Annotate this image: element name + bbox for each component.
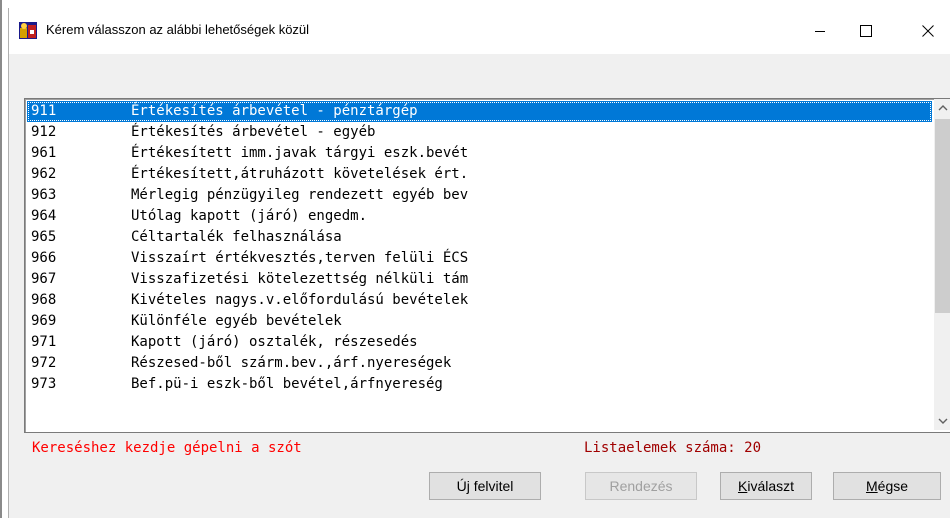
list-item-code: 964 [31,208,57,224]
list-item[interactable]: 965 Céltartalék felhasználása [27,227,932,248]
list-item-code: 962 [31,166,57,182]
list-item-label: Visszafizetési kötelezettség nélküli tám [131,271,469,287]
chevron-up-icon [938,105,948,111]
list-item[interactable]: 962 Értékesített,átruházott követelések é… [27,164,932,185]
list-item-label: Értékesített imm.javak tárgyi eszk.bevét [131,145,469,161]
list-item[interactable]: 912 Értékesítés árbevétel - egyéb [27,122,932,143]
list-item-code: 972 [31,355,57,371]
list-item-label: Értékesített,átruházott követelések ért. [131,166,469,182]
list-item[interactable]: 911 Értékesítés árbevétel - pénztárgép [27,101,932,122]
scroll-up-button[interactable] [934,99,950,117]
list-item-label: Kapott (járó) osztalék, részesedés [131,334,418,350]
list-item-label: Utólag kapott (járó) engedm. [131,208,368,224]
scroll-thumb[interactable] [935,119,950,313]
list-item-code: 969 [31,313,57,329]
cancel-label: égse [877,478,909,494]
select-accel: K [737,478,748,494]
new-entry-button[interactable]: Új felvitel [429,472,541,500]
list-item-code: 967 [31,271,57,287]
list-item-label: Bef.pü-i eszk-ből bevétel,árfnyereség [131,376,443,392]
background-window-edge [0,0,2,518]
list-item-label: Értékesítés árbevétel - egyéb [131,124,376,140]
list-item[interactable]: 969 Különféle egyéb bevételek [27,311,932,332]
sort-button[interactable]: Rendezés [585,472,697,500]
minimize-icon [815,31,825,32]
list-item[interactable]: 961 Értékesített imm.javak tárgyi eszk.be… [27,143,932,164]
list-item[interactable]: 972 Részesed-ből szárm.bev.,árf.nyeresége… [27,353,932,374]
close-icon [922,25,934,37]
list-item[interactable]: 973 Bef.pü-i eszk-ből bevétel,árfnyereség [27,374,932,395]
list-item[interactable]: 966 Visszaírt értékvesztés,terven felüli … [27,248,932,269]
list-item[interactable]: 971 Kapott (járó) osztalék, részesedés [27,332,932,353]
item-count: Listaelemek száma: 20 [584,440,762,456]
list-item-code: 961 [31,145,57,161]
app-icon [19,22,37,39]
maximize-button[interactable] [843,8,889,54]
window-title: Kérem válasszon az alábbi lehetőségek kö… [46,22,310,37]
cancel-accel: M [865,478,878,494]
list-items: 911 Értékesítés árbevétel - pénztárgép 912… [27,101,932,395]
list-item[interactable]: 964 Utólag kapott (járó) engedm. [27,206,932,227]
list-item-label: Részesed-ből szárm.bev.,árf.nyereségek [131,355,452,371]
list-item-label: Különféle egyéb bevételek [131,313,342,329]
list-item-code: 973 [31,376,57,392]
select-button[interactable]: Kiválaszt [720,472,812,500]
list-item-label: Értékesítés árbevétel - pénztárgép [131,103,418,119]
maximize-icon [860,25,872,37]
list-item[interactable]: 963 Mérlegig pénzügyileg rendezett egyéb … [27,185,932,206]
list-item-label: Céltartalék felhasználása [131,229,342,245]
list-item-code: 966 [31,250,57,266]
dialog-window: Kérem válasszon az alábbi lehetőségek kö… [8,8,950,518]
close-button[interactable] [905,8,950,54]
minimize-button[interactable] [797,8,843,54]
list-item-code: 971 [31,334,57,350]
list-item-label: Visszaírt értékvesztés,terven felüli ÉCS [131,250,469,266]
list-item-code: 912 [31,124,57,140]
list-item-label: Mérlegig pénzügyileg rendezett egyéb bev [131,187,469,203]
chevron-down-icon [938,418,948,424]
search-hint: Kereséshez kezdje gépelni a szót [32,440,302,456]
scroll-down-button[interactable] [934,412,950,430]
list-item[interactable]: 968 Kivételes nagys.v.előfordulású bevéte… [27,290,932,311]
list-item-code: 968 [31,292,57,308]
list-item[interactable]: 967 Visszafizetési kötelezettség nélküli … [27,269,932,290]
cancel-button[interactable]: Mégse [833,472,941,500]
vertical-scrollbar[interactable] [934,99,950,430]
list-item-code: 963 [31,187,57,203]
account-listbox[interactable]: 911 Értékesítés árbevétel - pénztárgép 912… [24,98,950,433]
select-label: iválaszt [747,478,795,494]
title-bar[interactable]: Kérem válasszon az alábbi lehetőségek kö… [9,8,950,54]
list-item-code: 911 [31,103,57,119]
list-item-code: 965 [31,229,57,245]
list-item-label: Kivételes nagys.v.előfordulású bevételek [131,292,469,308]
